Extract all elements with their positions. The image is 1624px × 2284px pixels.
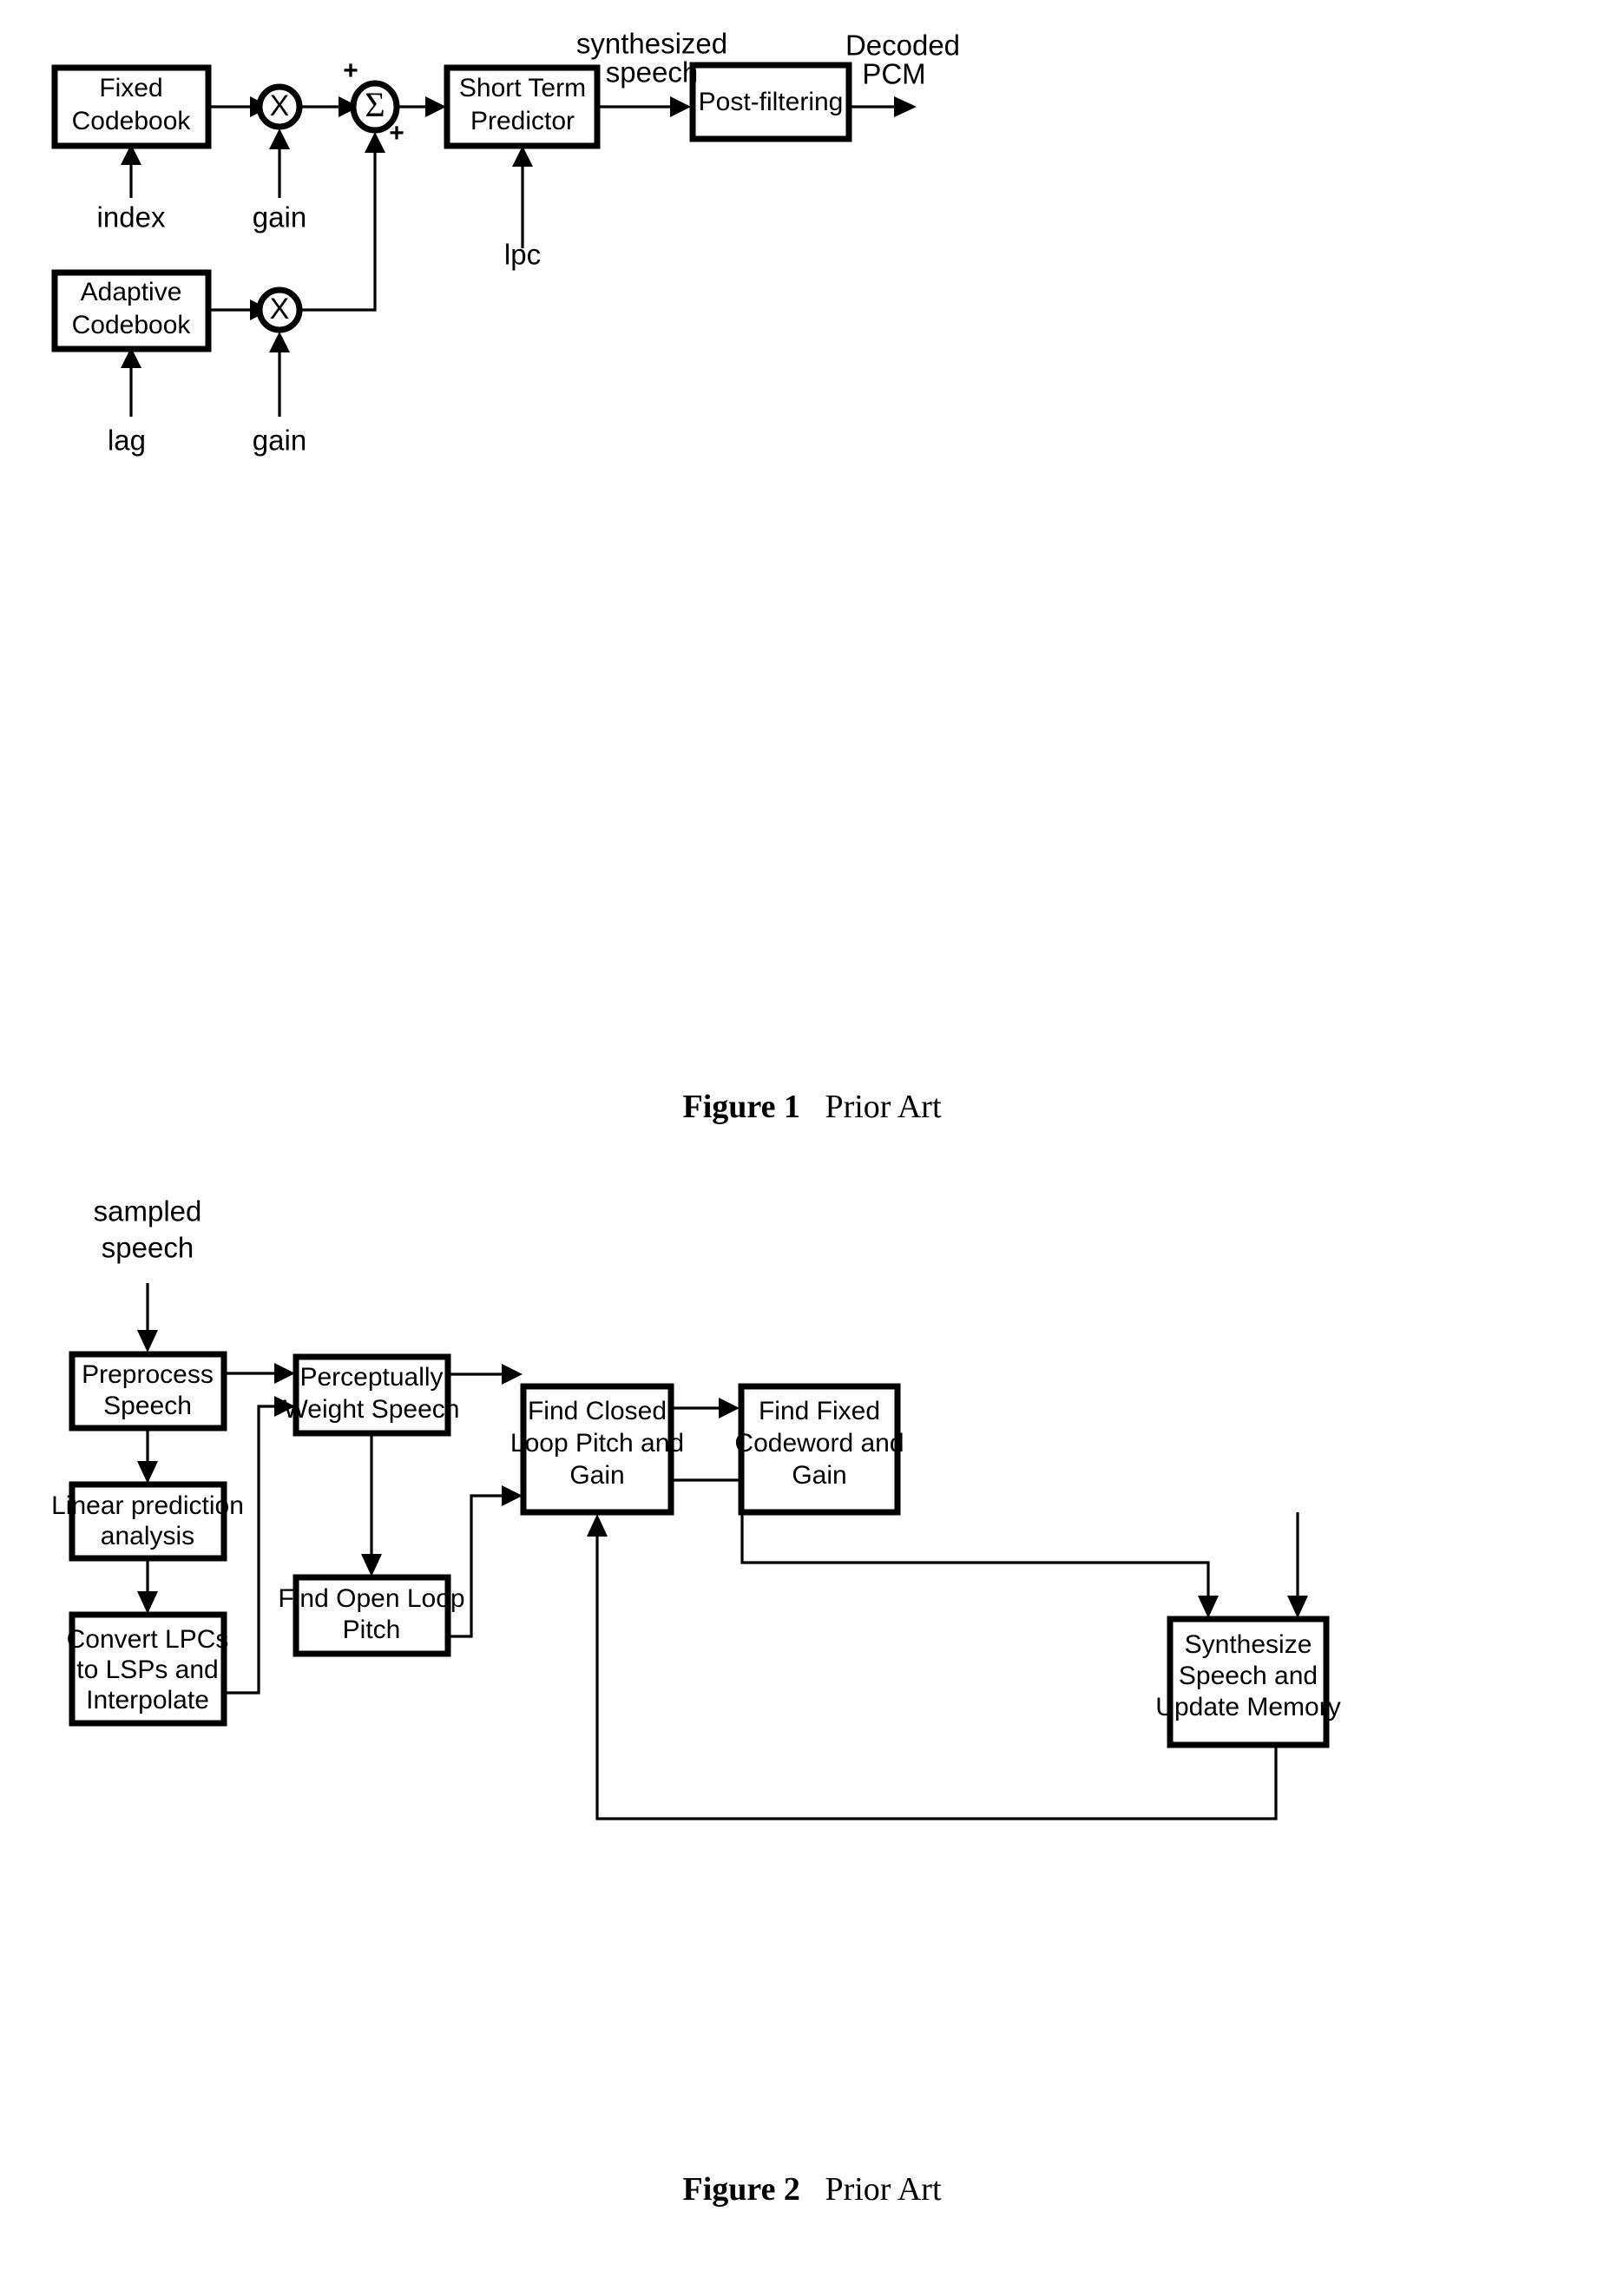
convert-lpcs-block: Convert LPCs to LSPs and Interpolate [67,1611,229,1727]
predictor-to-postfilter-arrow [597,96,691,117]
fixed-codebook-label-line2: Codebook [72,107,192,135]
adaptive-codebook-block: Adaptive Codebook [51,269,212,352]
postfilter-output-arrow [849,96,917,117]
fixed-codebook-label-line1: Fixed [99,74,162,102]
sampled-speech-label-line2: speech [102,1232,194,1264]
figure-1-caption-rest: Prior Art [825,1089,942,1125]
lag-input-arrow [121,347,141,417]
summation-symbol: Σ [365,85,385,124]
synthesize-speech-label-line2: Speech and [1179,1662,1318,1690]
figure-2-caption: Figure 2 Prior Art [0,2170,1624,2208]
preprocess-speech-block: Preprocess Speech [69,1351,227,1432]
linear-prediction-analysis-label-line2: analysis [101,1522,194,1550]
diagram-canvas: Fixed Codebook X Σ + + Short Term Predic… [51,28,1341,1820]
sum-to-short-term-predictor-arrow [397,96,446,117]
decoded-pcm-label-line1: Decoded [845,30,960,62]
openloop-to-closedloop-path [448,1485,523,1638]
perceptually-weight-label-line1: Perceptually [299,1363,443,1392]
short-term-predictor-label-line1: Short Term [459,74,586,102]
find-closed-loop-label-line3: Gain [569,1461,624,1490]
perceptually-weight-label-line2: Weight Speech [284,1395,460,1424]
find-fixed-codeword-label-line2: Codeword and [734,1429,904,1458]
synthesized-speech-label-line2: speech [606,56,698,89]
adaptive-gain-input-arrow [269,332,290,417]
find-open-loop-pitch-label-line1: Find Open Loop [278,1584,464,1613]
adaptive-gain-multiplier: X [256,286,303,333]
sum-plus-top-sign: + [343,56,358,85]
figure-2-group: sampled speech Preprocess Speech Linear … [51,1195,1341,1820]
sampled-speech-input-arrow [137,1283,158,1353]
convert-lpcs-label-line3: Interpolate [86,1686,209,1715]
short-term-predictor-block: Short Term Predictor [444,64,601,149]
adaptive-gain-label: gain [253,425,306,457]
lpc-input-arrow [512,146,533,248]
figure-1-caption: Figure 1 Prior Art [0,1088,1624,1126]
perceptually-weight-speech-block: Perceptually Weight Speech [284,1353,460,1437]
convert-lpcs-label-line2: to LSPs and [76,1655,218,1684]
linear-prediction-analysis-block: Linear prediction analysis [51,1481,244,1562]
fixed-gain-multiplier: X [256,83,303,130]
adaptive-codebook-label-line1: Adaptive [81,278,182,306]
synthesize-speech-label-line3: Update Memory [1155,1693,1340,1721]
figure-2-caption-rest: Prior Art [825,2171,942,2208]
figure-sheet: Fixed Codebook X Σ + + Short Term Predic… [0,0,1624,2284]
linear-prediction-analysis-label-line1: Linear prediction [51,1491,244,1520]
fixed-multiplier-symbol: X [270,89,290,122]
preprocess-speech-label-line1: Preprocess [82,1360,214,1389]
fixed-codebook-block: Fixed Codebook [51,64,212,149]
figure-2-caption-number: Figure 2 [682,2171,800,2208]
short-term-predictor-label-line2: Predictor [470,107,575,135]
fixed-gain-label: gain [253,201,306,234]
preprocess-to-lpa-arrow [137,1428,158,1484]
weight-to-closedloop-arrow [448,1364,523,1385]
find-closed-loop-pitch-block: Find Closed Loop Pitch and Gain [510,1383,684,1516]
synthesize-speech-label-line1: Synthesize [1185,1630,1312,1659]
sampled-speech-label-line1: sampled [94,1195,202,1228]
weight-to-openloop-arrow [361,1433,382,1576]
adaptive-multiplier-symbol: X [270,293,290,326]
lpa-to-convert-arrow [137,1558,158,1614]
index-label: index [97,201,166,234]
synthesized-speech-label-line1: synthesized [576,28,727,60]
find-open-loop-pitch-label-line2: Pitch [343,1616,401,1644]
convert-lpcs-label-line1: Convert LPCs [67,1625,229,1654]
post-filtering-block: Post-filtering [689,62,852,142]
find-open-loop-pitch-block: Find Open Loop Pitch [278,1574,465,1657]
synthesize-speech-block: Synthesize Speech and Update Memory [1155,1616,1341,1748]
adaptive-codebook-label-line2: Codebook [72,311,192,339]
fixed-gain-input-arrow [269,128,290,198]
post-filtering-label: Post-filtering [699,88,844,116]
find-closed-loop-label-line2: Loop Pitch and [510,1429,684,1458]
summation-node: Σ + + [343,56,404,148]
index-input-arrow [121,144,141,198]
find-fixed-codeword-label-line1: Find Fixed [759,1397,880,1425]
decoded-pcm-label-line2: PCM [862,58,925,90]
sum-plus-bottom-sign: + [389,119,404,148]
lag-label: lag [108,425,146,457]
find-closed-loop-label-line1: Find Closed [528,1397,667,1425]
lpc-label: lpc [504,239,541,271]
figure-1-caption-number: Figure 1 [682,1089,800,1125]
preprocess-to-weight-arrow [224,1363,295,1384]
convert-to-weight-path [224,1396,295,1695]
find-fixed-codeword-block: Find Fixed Codeword and Gain [734,1383,904,1516]
fixedcodeword-to-synthesize-arrow [1287,1512,1308,1618]
closedloop-to-fixedcodeword-arrow [671,1398,740,1418]
find-fixed-codeword-label-line3: Gain [792,1461,846,1490]
figure-1-group: Fixed Codebook X Σ + + Short Term Predic… [51,28,960,457]
adaptive-path-to-sum [299,132,385,312]
preprocess-speech-label-line2: Speech [103,1392,192,1420]
